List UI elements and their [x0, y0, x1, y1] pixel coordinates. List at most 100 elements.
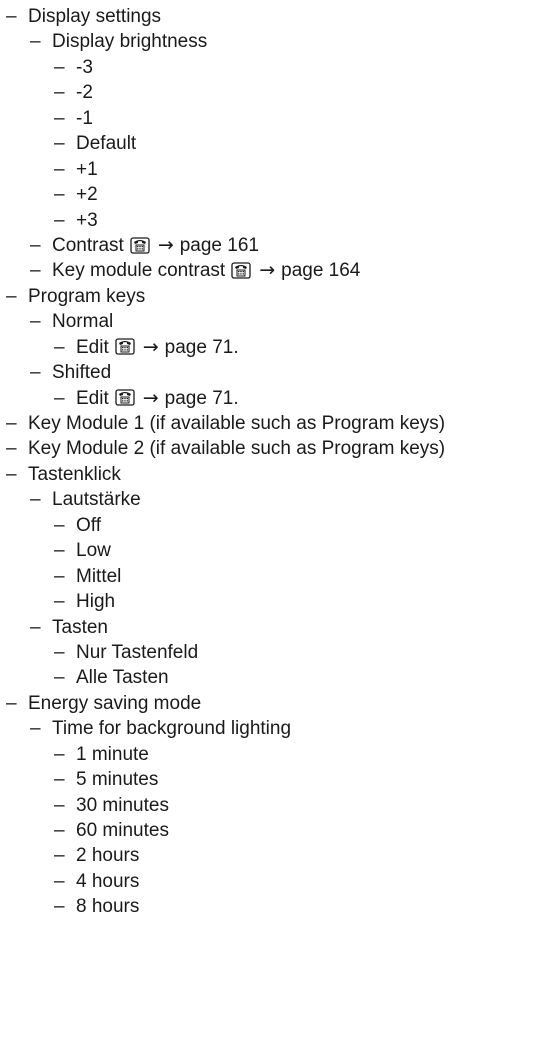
menu-item: – Program keys [0, 284, 547, 309]
bullet-dash: – [54, 82, 65, 104]
menu-item: – Display settings [0, 4, 547, 29]
bullet-dash: – [54, 336, 65, 358]
menu-item: – Key Module 2 (if available such as Prog… [0, 436, 547, 461]
menu-item-label: Tasten [52, 616, 108, 638]
menu-item-label: High [76, 591, 116, 613]
menu-item: – Time for background lighting [0, 716, 547, 741]
menu-item: –60 minutes [0, 818, 547, 843]
menu-item-label: Normal [52, 311, 114, 333]
menu-item-label: 2 hours [76, 845, 140, 867]
menu-item: –8 hours [0, 894, 547, 919]
menu-item-label: 4 hours [76, 870, 140, 892]
bullet-dash: – [54, 769, 65, 791]
bullet-dash: – [54, 743, 65, 765]
menu-item: –5 minutes [0, 767, 547, 792]
bullet-dash: – [6, 285, 17, 307]
menu-item-label: Energy saving mode [28, 692, 202, 714]
bullet-dash: – [6, 413, 17, 434]
menu-item: – Key Module 1 (if available such as Prog… [0, 411, 547, 436]
menu-item: – Edit → page 71. [0, 386, 547, 411]
menu-item: – Off [0, 513, 547, 538]
bullet-dash: – [30, 311, 41, 333]
menu-item: – Low [0, 538, 547, 563]
bullet-dash: – [30, 616, 41, 638]
phone-icon [115, 338, 137, 356]
menu-item: – Tasten [0, 615, 547, 640]
bullet-dash: – [54, 387, 65, 409]
menu-item-label: Shifted [52, 362, 112, 384]
menu-item-label: -2 [76, 82, 93, 104]
menu-item-label: Lautstärke [52, 489, 141, 511]
menu-item-label: Time for background lighting [52, 718, 292, 740]
bullet-dash: – [54, 540, 65, 562]
bullet-dash: – [54, 209, 65, 231]
phone-icon [130, 237, 152, 255]
menu-item: – Edit → page 71. [0, 335, 547, 360]
menu-item: –4 hours [0, 869, 547, 894]
menu-item-label: Display settings [28, 6, 162, 27]
menu-item-label: Off [76, 514, 101, 536]
menu-item-label: Edit [76, 336, 109, 358]
menu-item-label: Mittel [76, 565, 122, 587]
menu-item: – -2 [0, 80, 547, 105]
bullet-dash: – [54, 565, 65, 587]
menu-item-label: Default [76, 133, 137, 155]
bullet-dash: – [54, 845, 65, 867]
menu-item-label: Alle Tasten [76, 667, 169, 689]
menu-tree: – Display settings – Display brightness – -3–… [0, 0, 547, 920]
bullet-dash: – [6, 6, 17, 27]
menu-item: – Nur Tastenfeld [0, 640, 547, 665]
menu-item: – Display brightness [0, 29, 547, 54]
menu-item: – Normal [0, 309, 547, 334]
menu-item: – Tastenklick [0, 462, 547, 487]
bullet-dash: – [30, 260, 41, 282]
page-reference-link[interactable]: page 161 [180, 233, 259, 258]
bullet-dash: – [30, 234, 41, 256]
menu-item-label: Display brightness [52, 31, 208, 53]
bullet-dash: – [6, 463, 17, 485]
page-reference-link[interactable]: page 71. [165, 386, 239, 411]
menu-item: – Contrast → page 161 [0, 233, 547, 258]
page-reference-link[interactable]: page 164 [281, 258, 360, 283]
menu-item-label: 8 hours [76, 896, 140, 918]
menu-item-label: +3 [76, 209, 98, 231]
bullet-dash: – [54, 133, 65, 155]
menu-item-label: Key module contrast [52, 260, 226, 282]
menu-item: –2 hours [0, 843, 547, 868]
menu-item-label: Key Module 2 (if available such as Progr… [28, 438, 446, 460]
bullet-dash: – [54, 870, 65, 892]
menu-item: – Key module contrast → page 164 [0, 258, 547, 283]
menu-item-label: 5 minutes [76, 769, 159, 791]
bullet-dash: – [6, 692, 17, 714]
menu-item: – -1 [0, 106, 547, 131]
bullet-dash: – [30, 718, 41, 740]
arrow-right-icon: → [157, 233, 174, 256]
menu-item-label: -1 [76, 107, 93, 129]
menu-item-label: Key Module 1 (if available such as Progr… [28, 413, 446, 434]
menu-item: –1 minute [0, 742, 547, 767]
bullet-dash: – [30, 489, 41, 511]
menu-item: – +1 [0, 157, 547, 182]
arrow-right-icon: → [259, 259, 276, 282]
phone-icon [115, 389, 137, 407]
menu-item: – Alle Tasten [0, 665, 547, 690]
bullet-dash: – [54, 896, 65, 918]
arrow-right-icon: → [142, 335, 159, 358]
menu-item-label: +1 [76, 158, 98, 180]
menu-item: –30 minutes [0, 793, 547, 818]
arrow-right-icon: → [142, 386, 159, 409]
bullet-dash: – [54, 667, 65, 689]
bullet-dash: – [54, 158, 65, 180]
bullet-dash: – [54, 641, 65, 663]
bullet-dash: – [54, 591, 65, 613]
bullet-dash: – [30, 362, 41, 384]
menu-item: – -3 [0, 55, 547, 80]
menu-item-label: Program keys [28, 285, 146, 307]
menu-item: – Energy saving mode [0, 691, 547, 716]
bullet-dash: – [30, 31, 41, 53]
menu-item: – Default [0, 131, 547, 156]
menu-item-label: Edit [76, 387, 109, 409]
menu-item-label: -3 [76, 56, 93, 78]
menu-item: – Lautstärke [0, 487, 547, 512]
page-reference-link[interactable]: page 71. [165, 335, 239, 360]
